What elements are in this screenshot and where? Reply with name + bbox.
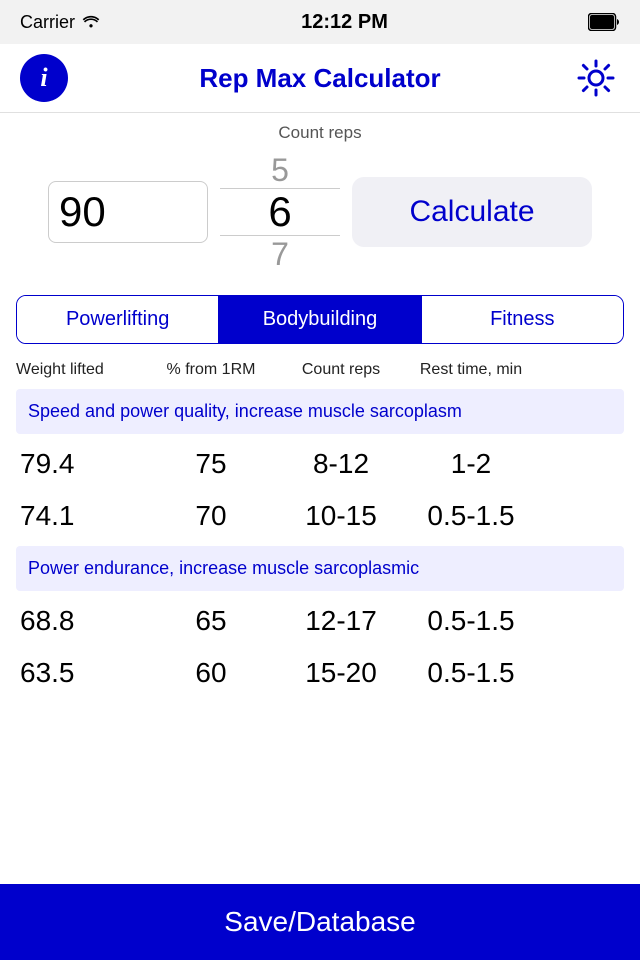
section-header-1: Speed and power quality, increase muscle…	[16, 389, 624, 434]
cell-percent: 65	[146, 605, 276, 637]
tab-powerlifting-label: Powerlifting	[66, 308, 169, 330]
header: i Rep Max Calculator	[0, 44, 640, 113]
settings-button[interactable]	[572, 54, 620, 102]
weight-input-container	[48, 181, 208, 243]
carrier-text: Carrier	[20, 12, 101, 33]
calculate-button[interactable]: Calculate	[352, 177, 592, 247]
cell-percent: 70	[146, 500, 276, 532]
tab-bodybuilding[interactable]: Bodybuilding	[219, 296, 421, 343]
tab-fitness-label: Fitness	[490, 308, 554, 330]
cell-weight: 68.8	[16, 605, 146, 637]
rep-item-8[interactable]: 8	[220, 275, 340, 277]
rep-item-6[interactable]: 6	[220, 191, 340, 233]
app-title: Rep Max Calculator	[199, 63, 440, 94]
wifi-icon	[81, 12, 101, 33]
cell-rest: 0.5-1.5	[406, 605, 536, 637]
table-row: 74.1 70 10-15 0.5-1.5	[16, 490, 624, 542]
gear-icon	[574, 56, 618, 100]
carrier-label: Carrier	[20, 12, 75, 33]
info-button[interactable]: i	[20, 54, 68, 102]
battery-icon	[588, 13, 620, 31]
tab-fitness[interactable]: Fitness	[422, 296, 623, 343]
status-bar: Carrier 12:12 PM	[0, 0, 640, 44]
tab-bodybuilding-label: Bodybuilding	[263, 308, 378, 330]
results-table: Weight lifted % from 1RM Count reps Rest…	[0, 352, 640, 699]
picker-label: Count reps	[0, 113, 640, 147]
col-header-rest: Rest time, min	[406, 360, 536, 381]
rep-picker[interactable]: 4 5 6 7 8	[220, 147, 340, 277]
cell-weight: 63.5	[16, 657, 146, 689]
info-icon: i	[40, 63, 47, 93]
table-row: 68.8 65 12-17 0.5-1.5	[16, 595, 624, 647]
col-header-weight: Weight lifted	[16, 360, 146, 381]
tab-bar: Powerlifting Bodybuilding Fitness	[16, 295, 624, 344]
cell-rest: 1-2	[406, 448, 536, 480]
table-row: 79.4 75 8-12 1-2	[16, 438, 624, 490]
cell-rest: 0.5-1.5	[406, 500, 536, 532]
cell-weight: 79.4	[16, 448, 146, 480]
table-row: 63.5 60 15-20 0.5-1.5	[16, 647, 624, 699]
picker-section: Count reps 4 5 6 7 8 Calculate	[0, 113, 640, 287]
cell-reps: 15-20	[276, 657, 406, 689]
cell-percent: 75	[146, 448, 276, 480]
cell-weight: 74.1	[16, 500, 146, 532]
col-header-reps: Count reps	[276, 360, 406, 381]
cell-percent: 60	[146, 657, 276, 689]
table-header: Weight lifted % from 1RM Count reps Rest…	[16, 352, 624, 385]
section-header-2: Power endurance, increase muscle sarcopl…	[16, 546, 624, 591]
rep-item-7[interactable]: 7	[220, 233, 340, 275]
save-database-button[interactable]: Save/Database	[0, 884, 640, 960]
time-display: 12:12 PM	[301, 11, 388, 34]
col-header-percent: % from 1RM	[146, 360, 276, 381]
tab-powerlifting[interactable]: Powerlifting	[17, 296, 219, 343]
weight-input[interactable]	[59, 188, 197, 236]
cell-reps: 8-12	[276, 448, 406, 480]
cell-reps: 12-17	[276, 605, 406, 637]
rep-item-5[interactable]: 5	[220, 149, 340, 191]
picker-area: 4 5 6 7 8 Calculate	[0, 147, 640, 287]
cell-reps: 10-15	[276, 500, 406, 532]
cell-rest: 0.5-1.5	[406, 657, 536, 689]
